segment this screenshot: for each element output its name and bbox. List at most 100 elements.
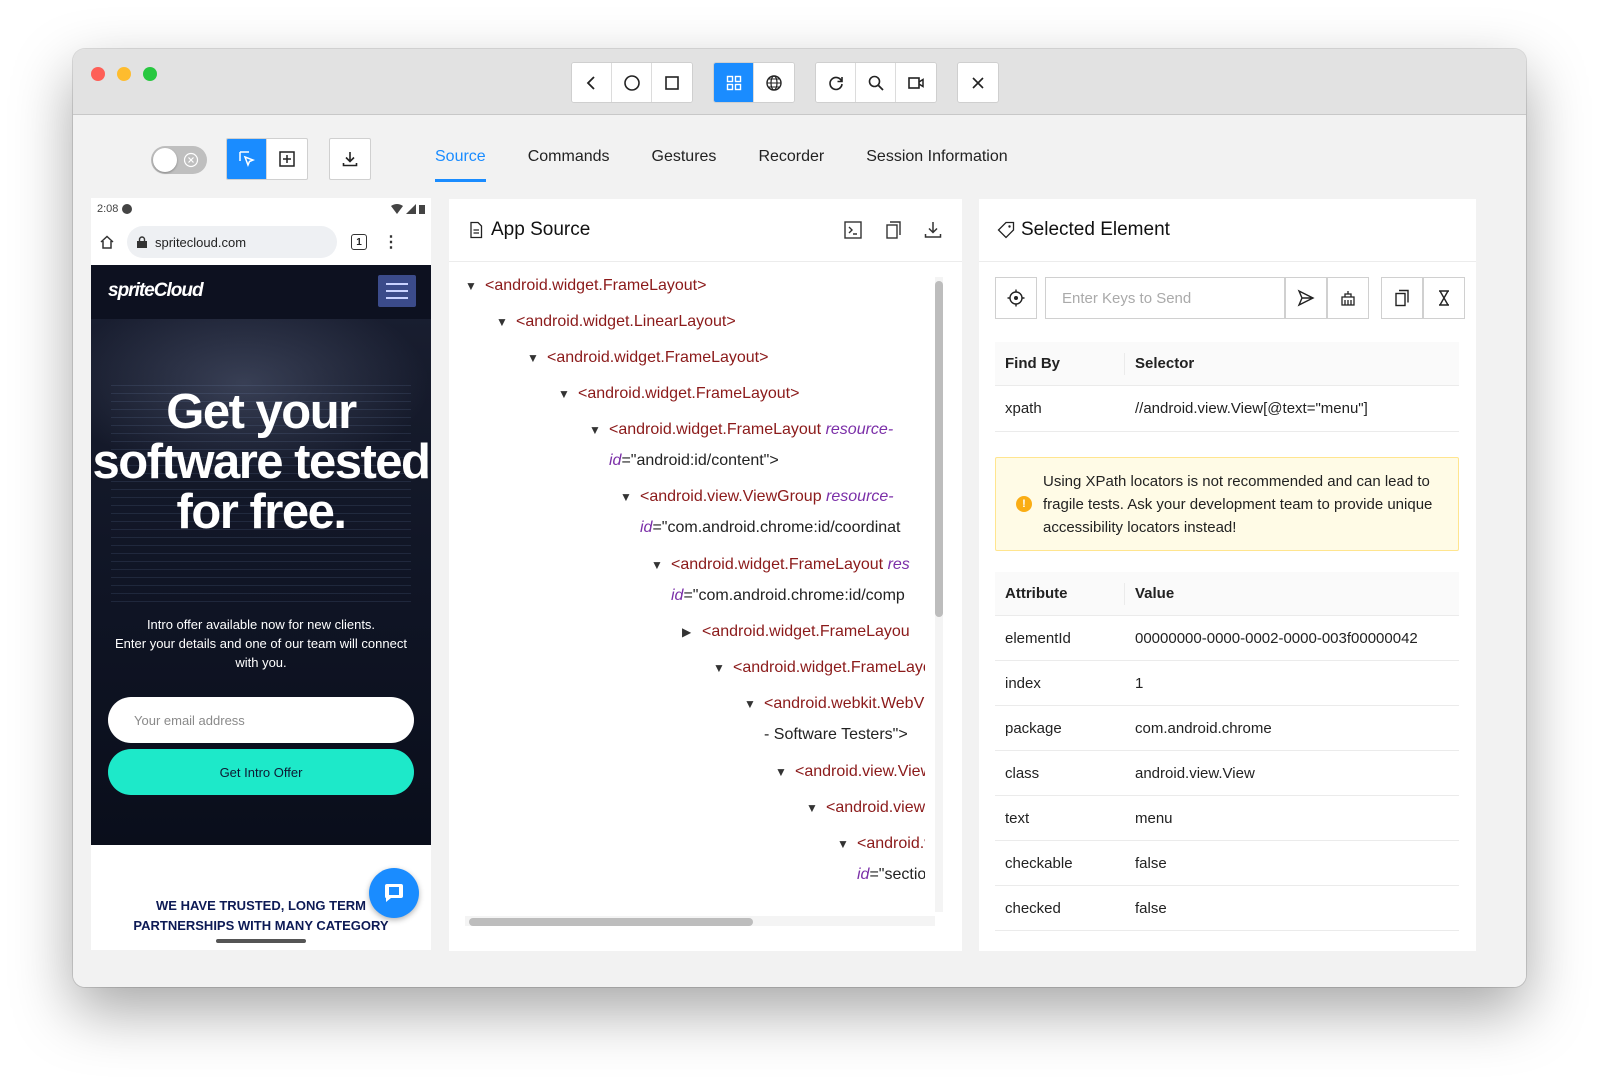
app-switch-button[interactable] (652, 63, 692, 102)
chat-icon (385, 884, 403, 902)
attribute-value[interactable]: com.android.chrome (1125, 717, 1459, 740)
tree-horizontal-thumb[interactable] (469, 918, 753, 926)
attribute-name: class (1005, 764, 1040, 782)
tree-node[interactable]: ▼ <android.widget.FrameLayout resource- (589, 421, 893, 439)
attribute-row[interactable]: index 1 (995, 661, 1459, 706)
timing-button[interactable] (1423, 277, 1465, 319)
caret-down-icon[interactable]: ▼ (806, 801, 818, 815)
attribute-row[interactable]: class android.view.View (995, 751, 1459, 796)
tab-source[interactable]: Source (435, 138, 486, 182)
tree-vertical-scrollbar[interactable] (935, 277, 943, 912)
attribute-row[interactable]: elementId 00000000-0000-0002-0000-003f000… (995, 616, 1459, 661)
send-keys-button[interactable] (1285, 277, 1327, 319)
select-mode-group (226, 138, 308, 180)
attribute-value[interactable]: false (1125, 852, 1459, 875)
caret-down-icon[interactable]: ▼ (775, 765, 787, 779)
panel-divider (979, 261, 1476, 262)
send-keys-input[interactable]: Enter Keys to Send (1045, 277, 1285, 319)
tab-count-badge[interactable]: 1 (351, 234, 367, 250)
menu-button[interactable] (378, 275, 416, 307)
chat-button[interactable] (369, 868, 419, 918)
caret-down-icon[interactable]: ▼ (558, 387, 570, 401)
caret-down-icon[interactable]: ▼ (465, 279, 477, 293)
tree-node[interactable]: ▼ <android.widget.FrameLayou (713, 659, 925, 677)
value-header: Value (1135, 585, 1175, 602)
address-field[interactable]: spritecloud.com (127, 226, 337, 258)
download-screenshot-button[interactable] (330, 139, 370, 179)
tap-element-button[interactable] (995, 277, 1037, 319)
download-source-button[interactable] (922, 219, 944, 241)
native-grid-icon (726, 75, 741, 90)
screenshot-toggle[interactable] (151, 146, 207, 174)
home-icon[interactable] (99, 234, 115, 250)
caret-down-icon[interactable]: ▼ (744, 697, 756, 711)
clear-button[interactable] (1327, 277, 1369, 319)
attribute-row[interactable]: checked false (995, 886, 1459, 931)
caret-down-icon[interactable]: ▼ (837, 837, 849, 851)
attribute-value[interactable]: 1 (1125, 672, 1459, 695)
gesture-bar (216, 939, 306, 943)
tree-node[interactable]: ▼ <android.widget.LinearLayout> (496, 313, 736, 331)
tab-commands[interactable]: Commands (528, 138, 610, 182)
tree-node[interactable]: ▼ <android.webkit.WebView (744, 695, 925, 713)
record-button[interactable] (896, 63, 936, 102)
attribute-value[interactable]: false (1125, 897, 1459, 920)
search-button[interactable] (856, 63, 896, 102)
native-context-button[interactable] (714, 63, 754, 102)
caret-down-icon[interactable]: ▼ (589, 423, 601, 437)
tree-node[interactable]: ▼ <android.view.V (806, 799, 925, 817)
home-button[interactable] (612, 63, 652, 102)
partners-line2: PARTNERSHIPS WITH MANY CATEGORY (133, 918, 389, 933)
copy-attributes-button[interactable] (1381, 277, 1423, 319)
selector-header: Selector (1135, 355, 1195, 372)
back-button[interactable] (572, 63, 612, 102)
attribute-row[interactable]: checkable false (995, 841, 1459, 886)
tab-recorder[interactable]: Recorder (758, 138, 824, 182)
caret-down-icon[interactable]: ▼ (527, 351, 539, 365)
toggle-attributes-button[interactable] (842, 219, 864, 241)
attribute-name: text (1005, 809, 1030, 827)
zoom-window-button[interactable] (143, 67, 157, 81)
intro-offer-button[interactable]: Get Intro Offer (108, 749, 414, 795)
tree-node[interactable]: ▼ <android.vie (837, 835, 925, 853)
tree-node[interactable]: ▶ <android.widget.FrameLayou (682, 623, 910, 641)
caret-down-icon[interactable]: ▼ (620, 490, 632, 504)
tree-node[interactable]: ▼ <android.widget.FrameLayout> (558, 385, 799, 403)
caret-right-icon[interactable]: ▶ (682, 625, 692, 639)
locator-row[interactable]: xpath //android.view.View[@text="menu"] (995, 386, 1459, 432)
tab-session-information[interactable]: Session Information (866, 138, 1007, 182)
tree-vertical-thumb[interactable] (935, 281, 943, 617)
minimize-window-button[interactable] (117, 67, 131, 81)
tree-node[interactable]: ▼ <android.widget.FrameLayout> (465, 277, 706, 295)
attribute-value[interactable]: android.view.View (1125, 762, 1459, 785)
tree-node[interactable]: ▼ <android.view.ViewGroup resource- (620, 488, 894, 506)
caret-down-icon[interactable]: ▼ (651, 558, 663, 572)
caret-down-icon[interactable]: ▼ (496, 315, 508, 329)
caret-down-icon[interactable]: ▼ (713, 661, 725, 675)
tree-node[interactable]: ▼ <android.widget.FrameLayout res (651, 556, 910, 574)
copy-source-button[interactable] (882, 219, 904, 241)
selected-element-title: Selected Element (997, 219, 1170, 241)
attribute-value[interactable]: menu (1125, 807, 1459, 830)
select-element-button[interactable] (227, 139, 267, 179)
attribute-row[interactable]: package com.android.chrome (995, 706, 1459, 751)
tree-horizontal-scrollbar[interactable] (465, 916, 935, 926)
locator-strategy: xpath (1005, 400, 1042, 417)
more-menu-icon[interactable]: ⋮ (383, 232, 399, 252)
tap-coordinates-button[interactable] (267, 139, 307, 179)
attribute-row[interactable]: text menu (995, 796, 1459, 841)
email-input[interactable]: Your email address (108, 697, 414, 743)
tree-node[interactable]: ▼ <android.widget.FrameLayout> (527, 349, 768, 367)
hero-headline: Get your software tested for free. (92, 385, 431, 539)
close-window-button[interactable] (91, 67, 105, 81)
locator-selector[interactable]: //android.view.View[@text="menu"] (1125, 397, 1459, 420)
quit-session-button[interactable] (958, 63, 998, 102)
tree-node-tag: <android.webkit.WebView (764, 695, 925, 712)
tree-node-attr: resource- (825, 421, 894, 438)
web-context-button[interactable] (754, 63, 794, 102)
refresh-button[interactable] (816, 63, 856, 102)
tab-gestures[interactable]: Gestures (652, 138, 717, 182)
attribute-value[interactable]: 00000000-0000-0002-0000-003f00000042 (1125, 627, 1459, 650)
tree-node[interactable]: ▼ <android.view.View> (775, 763, 925, 781)
device-screenshot[interactable]: 2:08 spritecloud.com 1 ⋮ spriteCloud Get… (91, 198, 431, 950)
